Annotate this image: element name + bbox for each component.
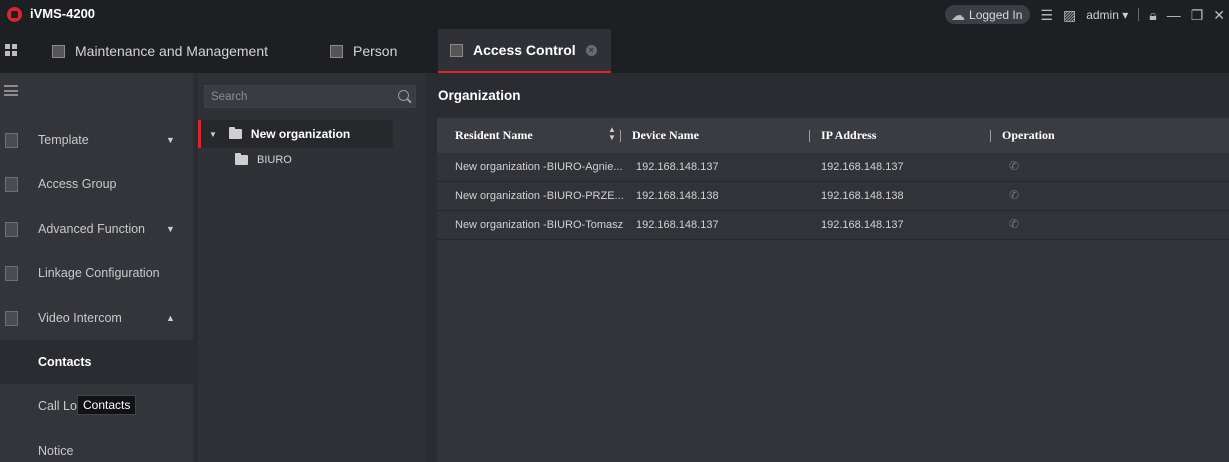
device-name-cell: 192.168.148.137 <box>636 161 719 173</box>
title-bar: iVMS-4200 ☁ Logged In ☰ ▨ admin ▾ 🔒︎ — ❐… <box>0 0 1229 29</box>
logged-in-status[interactable]: ☁ Logged In <box>945 5 1031 24</box>
ip-address-cell: 192.168.148.137 <box>821 161 904 173</box>
column-operation: Operation <box>1002 128 1055 142</box>
sort-icon[interactable]: ▲ ▼ <box>608 126 616 142</box>
list-icon[interactable]: ☰ <box>1040 8 1053 22</box>
device-name-cell: 192.168.148.137 <box>636 219 719 231</box>
app-window: iVMS-4200 ☁ Logged In ☰ ▨ admin ▾ 🔒︎ — ❐… <box>0 0 1229 462</box>
restore-icon[interactable]: ❐ <box>1191 8 1204 22</box>
sidebar-item-video-intercom[interactable]: Video Intercom ▲ <box>0 296 193 340</box>
main-content: Organization Resident Name ▲ ▼ Device Nam… <box>430 73 1229 462</box>
chevron-up-icon: ▲ <box>166 313 175 323</box>
call-icon[interactable]: ✆ <box>1009 160 1021 173</box>
page-title: Organization <box>438 88 521 103</box>
column-divider <box>620 130 621 142</box>
contacts-tooltip: Contacts <box>77 395 137 415</box>
sidebar-item-label: Video Intercom <box>38 311 122 325</box>
sidebar-item-advanced-function[interactable]: Advanced Function ▼ <box>0 207 193 251</box>
sidebar-item-linkage-configuration[interactable]: Linkage Configuration <box>0 251 193 295</box>
table-row[interactable]: New organization -BIURO-Tomasz 192.168.1… <box>437 211 1229 240</box>
chevron-down-icon: ▼ <box>166 135 175 145</box>
ip-address-cell: 192.168.148.137 <box>821 219 904 231</box>
linkage-icon <box>5 265 18 281</box>
column-ip-address[interactable]: IP Address <box>821 118 876 153</box>
column-divider <box>990 130 991 142</box>
tree-node-label: New organization <box>250 127 351 141</box>
sidebar-item-label: Linkage Configuration <box>38 266 160 280</box>
search-icon[interactable] <box>398 90 409 101</box>
tree-node-new-organization[interactable]: ▼ New organization <box>198 120 393 148</box>
tab-label: Maintenance and Management <box>75 43 269 59</box>
advanced-function-icon <box>5 221 18 237</box>
table-row[interactable]: New organization -BIURO-Agnie... 192.168… <box>437 153 1229 182</box>
folder-icon <box>235 153 248 165</box>
sidebar-item-notice[interactable]: Notice <box>0 429 193 462</box>
app-title: iVMS-4200 <box>30 6 96 21</box>
sidebar-item-template[interactable]: Template ▼ <box>0 118 193 162</box>
table-header: Resident Name ▲ ▼ Device Name IP Address … <box>437 118 1229 153</box>
tree-node-label: BIURO <box>257 154 292 166</box>
menu-collapse-icon[interactable] <box>4 85 18 96</box>
divider <box>1138 8 1140 21</box>
tree-node-biuro[interactable]: BIURO <box>235 146 292 174</box>
search-box <box>204 85 416 108</box>
column-divider <box>809 130 810 142</box>
template-icon <box>5 132 18 148</box>
minimize-icon[interactable]: — <box>1167 8 1181 22</box>
lock-icon[interactable]: 🔒︎ <box>1149 8 1156 22</box>
image-icon[interactable]: ▨ <box>1063 8 1076 22</box>
sidebar-item-label: Call Lo <box>38 399 77 413</box>
tab-maintenance-and-management[interactable]: Maintenance and Management <box>52 29 292 73</box>
module-tab-bar: Maintenance and Management Person Access… <box>0 29 1229 73</box>
app-logo-icon <box>7 7 22 22</box>
tab-person[interactable]: Person <box>330 29 420 73</box>
folder-icon <box>228 127 242 139</box>
cloud-icon: ☁ <box>951 6 966 23</box>
video-intercom-icon <box>5 310 18 326</box>
column-device-name[interactable]: Device Name <box>632 118 699 153</box>
device-name-cell: 192.168.148.138 <box>636 190 719 202</box>
resident-name-cell: New organization -BIURO-Agnie... <box>455 161 623 173</box>
tab-label: Person <box>353 43 398 59</box>
call-icon[interactable]: ✆ <box>1009 218 1021 231</box>
sidebar-item-access-group[interactable]: Access Group <box>0 162 193 206</box>
sidebar-item-label: Notice <box>38 444 74 458</box>
ip-address-cell: 192.168.148.138 <box>821 190 904 202</box>
lock-icon <box>5 176 18 192</box>
resident-name-cell: New organization -BIURO-PRZE... <box>455 190 624 202</box>
close-icon[interactable]: ✕ <box>1213 8 1225 22</box>
table-row[interactable]: New organization -BIURO-PRZE... 192.168.… <box>437 182 1229 211</box>
organization-tree-panel: ▼ New organization BIURO <box>198 73 425 462</box>
maintenance-icon <box>52 44 65 58</box>
tab-label: Access Control <box>473 42 576 58</box>
call-icon[interactable]: ✆ <box>1009 189 1021 202</box>
sidebar-item-contacts[interactable]: Contacts <box>0 340 193 384</box>
access-control-icon <box>450 43 463 57</box>
person-icon <box>330 44 343 58</box>
sidebar-item-label: Advanced Function <box>38 222 146 236</box>
user-name: admin <box>1086 7 1119 22</box>
tab-access-control[interactable]: Access Control × <box>438 29 611 73</box>
expand-arrow-icon[interactable]: ▼ <box>209 130 217 139</box>
resident-name-cell: New organization -BIURO-Tomasz <box>455 219 624 231</box>
user-menu[interactable]: admin ▾ <box>1086 8 1128 22</box>
sidebar-item-label: Contacts <box>38 355 92 369</box>
sidebar-item-label: Access Group <box>38 177 117 191</box>
chevron-down-icon: ▼ <box>166 224 175 234</box>
sidebar-item-label: Template <box>38 133 89 147</box>
tab-close-icon[interactable]: × <box>585 44 597 56</box>
logged-in-label: Logged In <box>969 7 1023 22</box>
contacts-table: Resident Name ▲ ▼ Device Name IP Address … <box>437 118 1229 462</box>
module-grid-icon[interactable] <box>5 44 17 56</box>
search-input[interactable] <box>211 90 381 104</box>
column-resident-name[interactable]: Resident Name <box>455 118 533 153</box>
title-bar-controls: ☁ Logged In ☰ ▨ admin ▾ 🔒︎ — ❐ ✕ <box>945 0 1229 29</box>
